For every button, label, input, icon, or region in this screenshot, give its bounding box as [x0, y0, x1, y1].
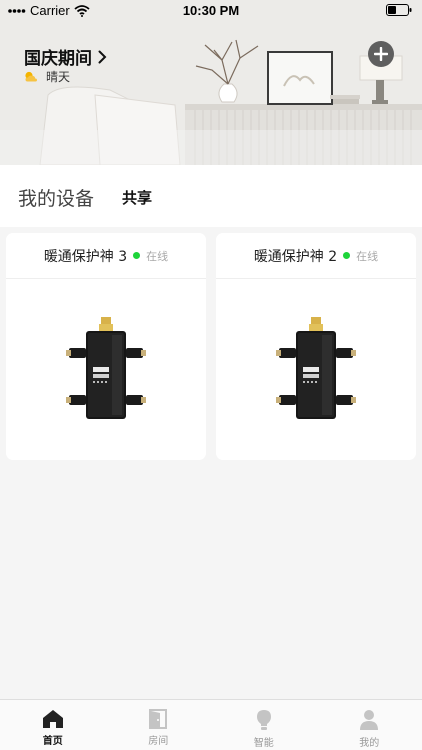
- weather-info: 晴天: [24, 68, 70, 85]
- status-bar: Carrier 10:30 PM: [0, 0, 422, 22]
- device-status: 在线: [356, 249, 379, 263]
- device-status: 在线: [146, 249, 169, 263]
- battery-icon: [386, 4, 412, 16]
- device-name: 暖通保护神 3: [43, 248, 128, 265]
- device-card-header: 暖通保护神 2 在线: [216, 233, 416, 279]
- home-icon: [42, 710, 63, 728]
- status-time: 10:30 PM: [182, 3, 240, 18]
- door-icon: [149, 709, 168, 729]
- lightbulb-icon: [256, 710, 271, 730]
- tab-rooms[interactable]: 房间: [106, 700, 212, 750]
- online-status-dot: [133, 252, 141, 259]
- bottom-tab-bar: 首页 房间 智能 我的: [0, 699, 422, 750]
- tab-label: 智能: [253, 738, 274, 749]
- device-name: 暖通保护神 2: [253, 248, 338, 265]
- plus-icon: [374, 47, 388, 61]
- user-icon: [360, 710, 379, 730]
- header-banner: Carrier 10:30 PM 国庆期间 晴天: [0, 0, 422, 165]
- tab-label: 首页: [42, 736, 63, 747]
- chevron-right-icon: [98, 50, 107, 63]
- tab-my-devices[interactable]: 我的设备: [18, 184, 94, 211]
- location-title: 国庆期间: [24, 49, 92, 69]
- location-selector[interactable]: 国庆期间: [24, 44, 107, 69]
- device-image: [216, 279, 416, 460]
- tab-mine[interactable]: 我的: [317, 700, 422, 750]
- device-tabs: 我的设备 共享: [0, 165, 422, 227]
- device-card-header: 暖通保护神 3 在线: [6, 233, 206, 279]
- device-card[interactable]: 暖通保护神 2 在线: [216, 233, 416, 460]
- tab-home[interactable]: 首页: [0, 700, 106, 750]
- tab-share[interactable]: 共享: [122, 187, 152, 208]
- device-card[interactable]: 暖通保护神 3 在线: [6, 233, 206, 460]
- sun-cloud-icon: [25, 71, 37, 82]
- tab-label: 我的: [359, 738, 380, 749]
- add-device-button[interactable]: [368, 41, 394, 67]
- online-status-dot: [343, 252, 351, 259]
- tab-smart[interactable]: 智能: [211, 700, 317, 750]
- tab-label: 房间: [148, 736, 169, 747]
- weather-text: 晴天: [46, 70, 71, 84]
- device-image: [6, 279, 206, 460]
